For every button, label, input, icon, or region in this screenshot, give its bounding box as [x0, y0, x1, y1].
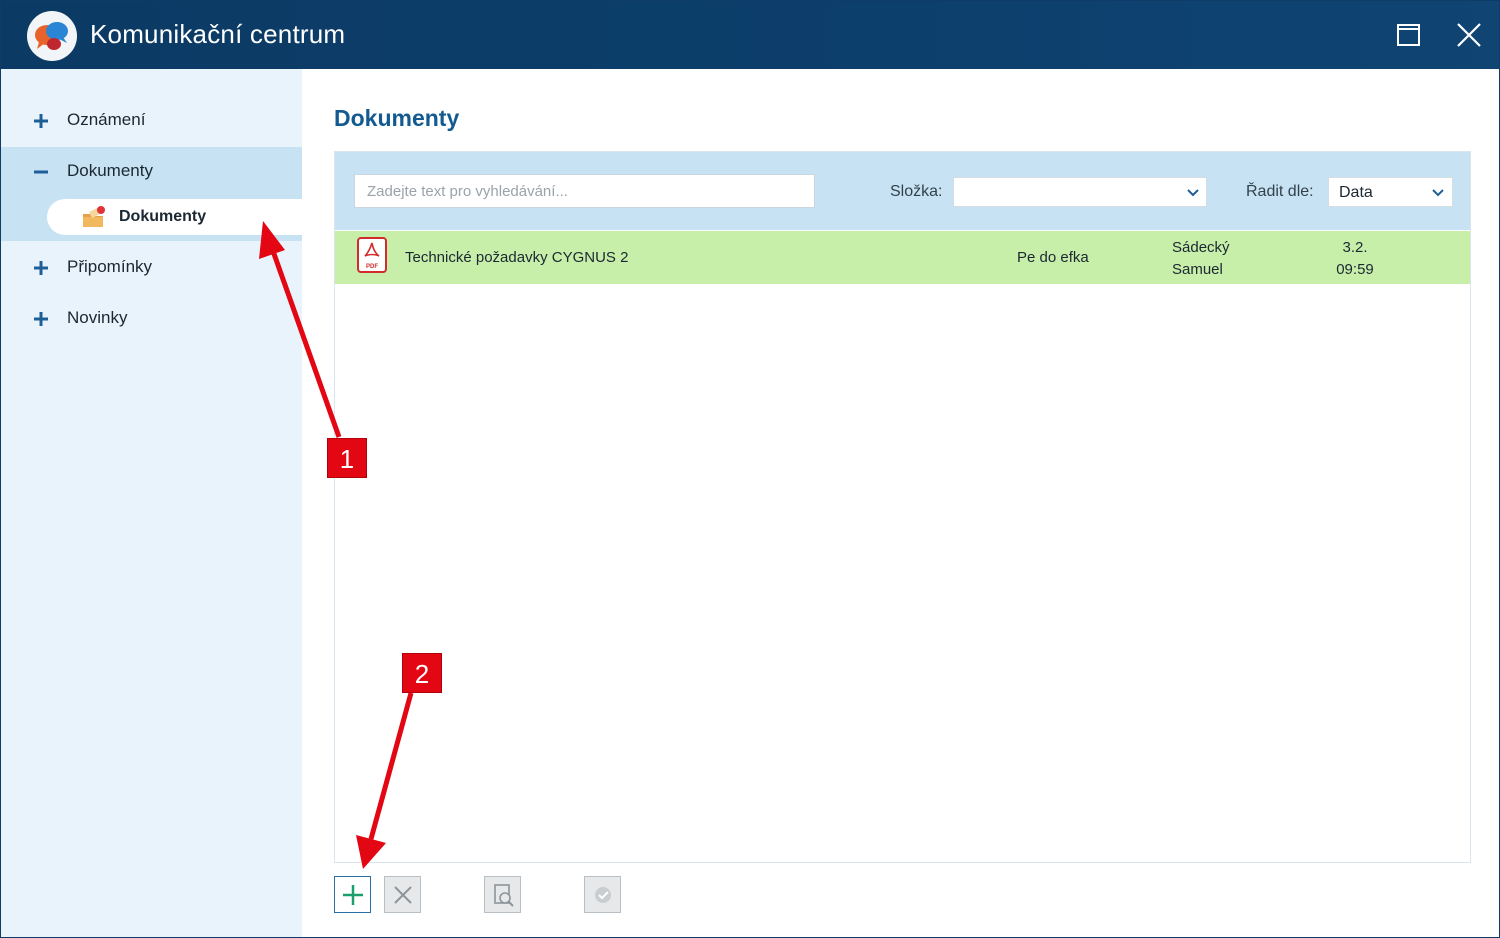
sidebar-item-pripominky[interactable]: Připomínky — [1, 243, 302, 293]
maximize-icon — [1397, 24, 1420, 46]
preview-icon — [494, 884, 514, 907]
expand-plus-icon — [34, 114, 48, 128]
preview-button[interactable] — [484, 876, 521, 913]
add-icon — [343, 885, 363, 905]
table-row[interactable]: PDF Technické požadavky CYGNUS 2 Pe do e… — [335, 231, 1470, 284]
expand-plus-icon — [34, 312, 48, 326]
subitem-selected-pill: Dokumenty — [47, 199, 303, 235]
sort-label: Řadit dle: — [1246, 183, 1314, 200]
sidebar-item-label: Novinky — [67, 308, 128, 327]
filter-bar: Složka: Řadit dle: Data — [335, 152, 1470, 230]
document-folder: Pe do efka — [1017, 249, 1089, 266]
chevron-down-icon — [1432, 189, 1444, 197]
folder-dropdown[interactable] — [953, 177, 1207, 207]
author-surname: Sádecký — [1172, 239, 1230, 256]
sidebar-item-label: Připomínky — [67, 257, 153, 276]
svg-text:PDF: PDF — [366, 264, 378, 270]
page-title: Dokumenty — [334, 105, 460, 131]
title-bar: Komunikační centrum — [1, 1, 1499, 69]
sidebar-item-label: Dokumenty — [67, 161, 153, 180]
sidebar: Oznámení Dokumenty Dokumenty Připomínky … — [1, 69, 303, 937]
pdf-file-icon: PDF — [357, 237, 387, 273]
search-input[interactable] — [354, 174, 815, 208]
chevron-down-icon — [1187, 189, 1199, 197]
confirm-button[interactable] — [584, 876, 621, 913]
app-window: Komunikační centrum Oznámení Dokumenty D… — [0, 0, 1500, 938]
sidebar-item-novinky[interactable]: Novinky — [1, 294, 302, 344]
collapse-minus-icon — [34, 170, 48, 174]
document-date: 3.2. 09:59 — [1320, 237, 1390, 281]
date-time: 09:59 — [1336, 261, 1374, 278]
delete-button[interactable] — [384, 876, 421, 913]
folder-notification-icon — [83, 206, 105, 227]
confirm-icon — [595, 887, 611, 903]
sidebar-item-label: Oznámení — [67, 110, 146, 129]
callout-2: 2 — [402, 653, 442, 693]
callout-1: 1 — [327, 438, 367, 478]
sidebar-item-oznameni[interactable]: Oznámení — [1, 96, 302, 146]
author-firstname: Samuel — [1172, 261, 1223, 278]
folder-label: Složka: — [890, 183, 943, 200]
chat-bubbles-logo-icon — [27, 11, 77, 61]
main-content: Dokumenty Složka: Řadit dle: Data — [302, 69, 1499, 937]
sort-value: Data — [1339, 184, 1373, 201]
close-icon — [1457, 23, 1481, 47]
expand-plus-icon — [34, 261, 48, 275]
maximize-button[interactable] — [1389, 15, 1429, 55]
sidebar-item-dokumenty[interactable]: Dokumenty — [1, 147, 302, 197]
close-button[interactable] — [1449, 15, 1489, 55]
documents-panel: Složka: Řadit dle: Data — [334, 151, 1471, 863]
window-title: Komunikační centrum — [90, 19, 346, 49]
subitem-label: Dokumenty — [119, 208, 207, 225]
sort-dropdown[interactable]: Data — [1328, 177, 1453, 207]
date-day: 3.2. — [1342, 239, 1368, 256]
document-name: Technické požadavky CYGNUS 2 — [405, 249, 629, 266]
document-author: Sádecký Samuel — [1172, 237, 1292, 281]
sidebar-subitem-dokumenty[interactable]: Dokumenty — [1, 197, 303, 241]
add-button[interactable] — [334, 876, 371, 913]
delete-icon — [394, 886, 412, 904]
